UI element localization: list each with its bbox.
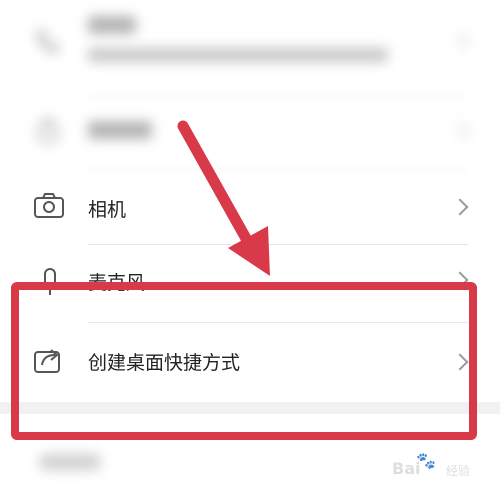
blurred-title (88, 16, 136, 34)
blurred-label (40, 454, 100, 470)
list-item-blurred-1[interactable] (0, 0, 500, 95)
phone-icon (33, 26, 63, 60)
paw-icon: 🐾 (416, 451, 436, 470)
chevron-right-icon (451, 198, 469, 216)
settings-screen: 相机 麦克风 创建桌面快捷方式 Bai 🐾 经验 (0, 0, 500, 497)
list-item-label: 相机 (88, 199, 127, 221)
chevron-right-icon (451, 122, 469, 140)
blurred-subtitle (88, 48, 388, 62)
list-item-blurred-2[interactable] (0, 97, 500, 169)
camera-icon (33, 192, 65, 224)
lock-icon (33, 115, 63, 149)
watermark-suffix: 经验 (446, 464, 471, 478)
blurred-label (88, 121, 152, 139)
chevron-right-icon (451, 32, 469, 50)
list-item-camera[interactable]: 相机 (0, 170, 500, 244)
watermark: Bai 🐾 经验 (392, 449, 498, 487)
highlight-box (11, 282, 477, 440)
